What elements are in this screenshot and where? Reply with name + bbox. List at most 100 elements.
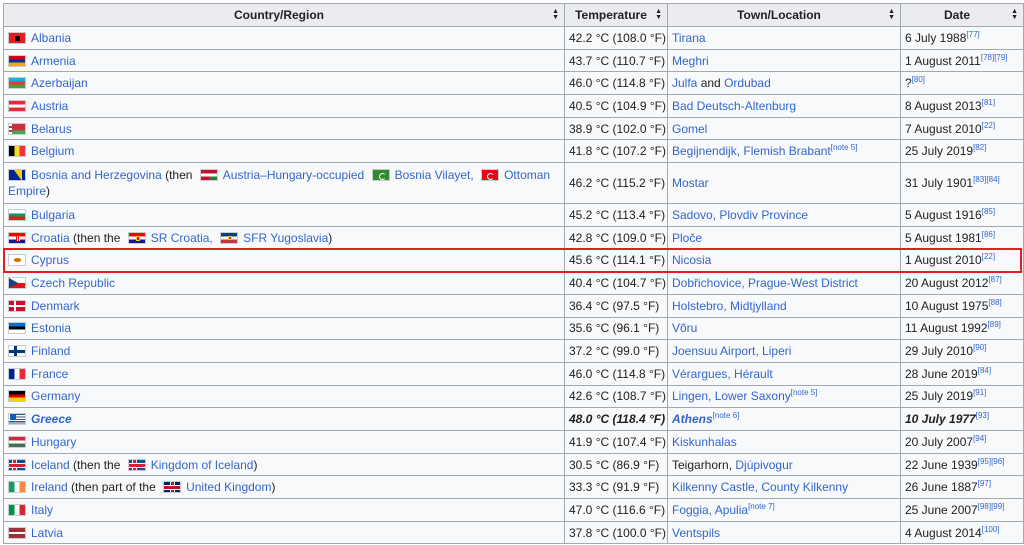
country-link[interactable]: Hungary [31, 435, 76, 449]
kingdom-of-iceland-link[interactable]: Kingdom of Iceland [151, 458, 254, 472]
country-link[interactable]: Denmark [31, 299, 80, 313]
country-link[interactable]: Germany [31, 389, 80, 403]
date-value: 22 June 1939 [905, 457, 978, 472]
citation-reference[interactable]: [85] [982, 207, 995, 216]
citation-reference[interactable]: [22] [982, 252, 995, 261]
location-link[interactable]: Bad Deutsch-Altenburg [672, 99, 796, 113]
location-link[interactable]: Gomel [672, 122, 707, 136]
country-link[interactable]: Austria [31, 99, 68, 113]
sort-icon[interactable]: ▲ ▼ [552, 8, 559, 21]
location-link[interactable]: Foggia, Apulia [672, 503, 748, 517]
sr-croatia-link[interactable]: SR Croatia, [151, 231, 213, 245]
table-row: Bosnia and Herzegovina (then Austria–Hun… [3, 162, 1024, 205]
citation-reference[interactable]: [93] [976, 411, 989, 420]
country-link[interactable]: Belarus [31, 122, 72, 136]
temperature-value: 43.7 °C (110.7 °F) [569, 53, 666, 68]
country-link[interactable]: Croatia [31, 231, 70, 245]
country-link[interactable]: Albania [31, 31, 71, 45]
citation-reference[interactable]: [89] [988, 320, 1001, 329]
citation-reference[interactable]: [95][96] [978, 457, 1005, 466]
country-link[interactable]: Czech Republic [31, 276, 115, 290]
location-link[interactable]: Kiskunhalas [672, 435, 737, 449]
sort-icon[interactable]: ▲ ▼ [888, 8, 895, 21]
citation-reference[interactable]: [82] [973, 143, 986, 152]
column-header-location[interactable]: Town/Location ▲ ▼ [667, 3, 901, 27]
location-link[interactable]: Kilkenny Castle, County Kilkenny [672, 480, 848, 494]
date-cell: 26 June 1887[97] [900, 475, 1024, 500]
country-link[interactable]: Italy [31, 503, 53, 517]
citation-reference[interactable]: [87] [988, 275, 1001, 284]
citation-reference[interactable]: [91] [973, 388, 986, 397]
bulgaria-flag-icon [8, 208, 26, 221]
country-link[interactable]: Ireland [31, 480, 68, 494]
country-link[interactable]: Cyprus [31, 253, 69, 267]
citation-reference[interactable]: [90] [973, 343, 986, 352]
sort-icon[interactable]: ▲ ▼ [655, 8, 662, 21]
location-link[interactable]: Võru [672, 321, 697, 335]
location-link[interactable]: Holstebro, Midtjylland [672, 299, 787, 313]
table-row: Croatia (then the SR Croatia, SFR Yugosl… [3, 225, 1024, 250]
country-link[interactable]: Bosnia and Herzegovina [31, 168, 162, 182]
location-link[interactable]: Lingen, Lower Saxony [672, 389, 791, 403]
location-link[interactable]: Joensuu Airport, Liperi [672, 344, 791, 358]
citation-reference[interactable]: [88] [988, 298, 1001, 307]
citation-reference[interactable]: [98][99] [978, 502, 1005, 511]
citation-reference[interactable]: [77] [966, 30, 979, 39]
location-link[interactable]: Athens [672, 412, 713, 426]
country-link[interactable]: Azerbaijan [31, 76, 88, 90]
location-link[interactable]: Begijnendijk, Flemish Brabant [672, 144, 831, 158]
note-reference[interactable]: [note 7] [748, 502, 775, 511]
azerbaijan-flag-icon [8, 77, 26, 90]
note-reference[interactable]: [note 5] [791, 388, 818, 397]
country-link[interactable]: Greece [31, 412, 72, 426]
location-link[interactable]: Mostar [672, 176, 709, 190]
column-header-date[interactable]: Date ▲ ▼ [900, 3, 1024, 27]
location-link[interactable]: Meghri [672, 54, 709, 68]
country-link[interactable]: Estonia [31, 321, 71, 335]
bosnia-vilayet-link[interactable]: Bosnia Vilayet, [395, 168, 474, 182]
citation-reference[interactable]: [78][79] [981, 53, 1008, 62]
country-cell: Belarus [3, 116, 565, 141]
location-cell: Dobřichovice, Prague-West District [667, 271, 901, 295]
column-header-country[interactable]: Country/Region ▲ ▼ [3, 3, 565, 27]
citation-reference[interactable]: [100] [982, 525, 1000, 534]
column-header-temperature[interactable]: Temperature ▲ ▼ [564, 3, 668, 27]
citation-reference[interactable]: [84] [978, 366, 991, 375]
note-reference[interactable]: [note 5] [831, 143, 858, 152]
note-reference[interactable]: [note 6] [713, 411, 740, 420]
location-link[interactable]: Ploče [672, 231, 702, 245]
country-link[interactable]: Armenia [31, 54, 76, 68]
citation-reference[interactable]: [97] [978, 479, 991, 488]
temperature-cell: 48.0 °C (118.4 °F) [564, 407, 668, 431]
location-link[interactable]: Julfa [672, 76, 697, 90]
country-link[interactable]: Belgium [31, 144, 74, 158]
citation-reference[interactable]: [22] [982, 121, 995, 130]
location-link[interactable]: Tirana [672, 31, 706, 45]
sort-icon[interactable]: ▲ ▼ [1011, 8, 1018, 21]
citation-reference[interactable]: [86] [982, 230, 995, 239]
table-row: Iceland (then the Kingdom of Iceland) 30.… [3, 452, 1024, 477]
location-link[interactable]: Ventspils [672, 526, 720, 540]
date-value: 4 August 2014 [905, 525, 982, 540]
country-link[interactable]: Bulgaria [31, 208, 75, 222]
citation-reference[interactable]: [81] [982, 98, 995, 107]
citation-reference[interactable]: [94] [973, 434, 986, 443]
country-link[interactable]: France [31, 367, 68, 381]
location-link[interactable]: Nicosia [672, 253, 711, 267]
location-link[interactable]: Dobřichovice, Prague-West District [672, 276, 858, 290]
location-link[interactable]: Sadovo, Plovdiv Province [672, 208, 808, 222]
location-link[interactable]: Ordubad [724, 76, 771, 90]
date-value: 1 August 2010 [905, 253, 982, 268]
citation-reference[interactable]: [83][84] [973, 175, 1000, 184]
table-row: Estonia 35.6 °C (96.1 °F) Võru 11 August 19… [3, 316, 1024, 341]
location-link[interactable]: Vérargues, Hérault [672, 367, 773, 381]
citation-reference[interactable]: [80] [912, 75, 925, 84]
country-link[interactable]: Iceland [31, 458, 70, 472]
location-link[interactable]: Djúpivogur [735, 458, 792, 472]
sfr-yugoslavia-link[interactable]: SFR Yugoslavia [243, 231, 328, 245]
united-kingdom-link[interactable]: United Kingdom [186, 480, 271, 494]
austria-hungary-link[interactable]: Austria–Hungary-occupied [223, 168, 364, 182]
country-link[interactable]: Finland [31, 344, 70, 358]
country-cell: Ireland (then part of the United Kingdom… [3, 475, 565, 500]
country-link[interactable]: Latvia [31, 526, 63, 540]
